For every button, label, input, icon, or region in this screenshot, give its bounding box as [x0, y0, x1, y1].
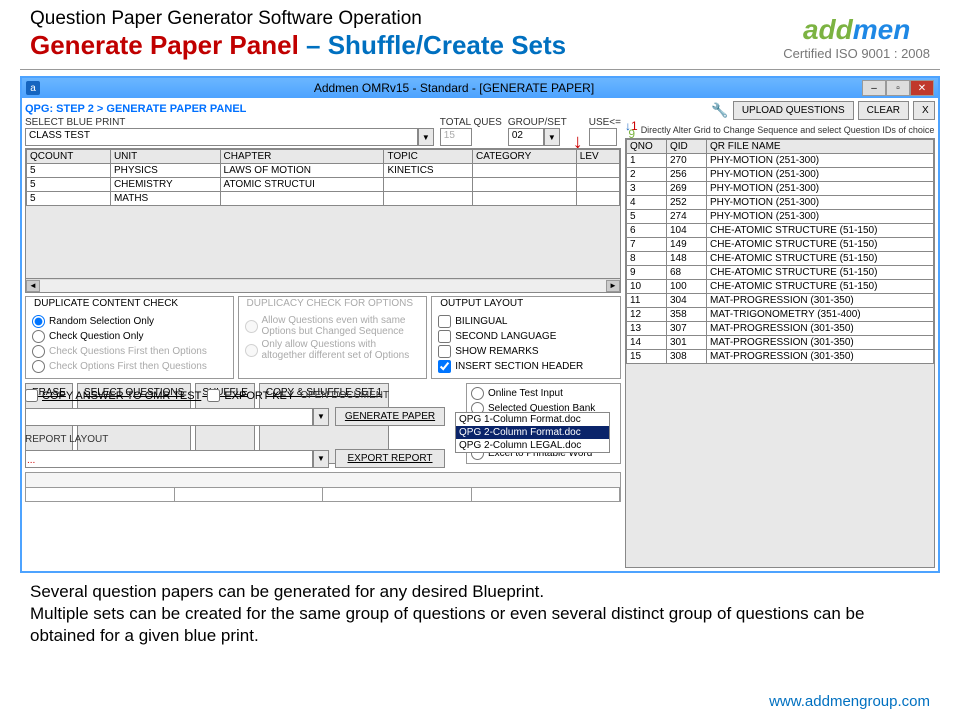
upload-questions-button[interactable]: UPLOAD QUESTIONS [733, 101, 854, 120]
maximize-button[interactable]: ▫ [886, 80, 910, 96]
close-panel-button[interactable]: X [913, 101, 935, 120]
dup-radio[interactable]: Check Questions First then Options [32, 344, 227, 359]
status-bar [25, 472, 621, 488]
blueprint-label: SELECT BLUE PRINT [25, 117, 434, 128]
omr-test-select[interactable] [25, 408, 313, 426]
breadcrumb: QPG: STEP 2 > GENERATE PAPER PANEL [25, 101, 621, 117]
dup2-radio: Allow Questions even with same Options b… [245, 314, 421, 338]
dup-check-title: DUPLICATE CONTENT CHECK [30, 297, 182, 310]
group-select[interactable]: 02 [508, 128, 544, 146]
blueprint-grid[interactable]: QCOUNTUNITCHAPTERTOPICCATEGORYLEV5PHYSIC… [25, 148, 621, 293]
export-report-button[interactable]: EXPORT REPORT [335, 449, 445, 468]
blueprint-select[interactable]: CLASS TEST [25, 128, 418, 146]
format-item[interactable]: QPG 2-Column Format.doc [456, 426, 609, 439]
window-title: Addmen OMRv15 - Standard - [GENERATE PAP… [46, 81, 862, 95]
output-radio[interactable]: Online Test Input [471, 386, 616, 401]
grid-hint: Directly Alter Grid to Change Sequence a… [641, 124, 935, 136]
export-key-check[interactable]: EXPORT KEY [207, 388, 294, 403]
app-icon: a [26, 81, 40, 95]
scrollbar[interactable]: ◄► [26, 278, 620, 292]
generate-paper-button[interactable]: GENERATE PAPER [335, 407, 445, 426]
output-layout-title: OUTPUT LAYOUT [436, 297, 527, 310]
group-label: GROUP/SET [508, 117, 567, 128]
total-ques-field[interactable]: 15 [440, 128, 472, 146]
titlebar: a Addmen OMRv15 - Standard - [GENERATE P… [22, 78, 938, 98]
output-check[interactable]: SECOND LANGUAGE [438, 329, 614, 344]
dropdown-arrow-icon[interactable]: ▼ [544, 128, 560, 146]
dup-radio[interactable]: Check Question Only [32, 329, 227, 344]
open-doc-label: OPEN DOCUMENT [300, 390, 389, 401]
use-label: USE<= [589, 117, 621, 128]
format-item[interactable]: QPG 1-Column Format.doc [456, 413, 609, 426]
output-check[interactable]: INSERT SECTION HEADER [438, 359, 614, 374]
footer-description: Several question papers can be generated… [0, 573, 960, 655]
report-layout-select[interactable] [25, 450, 313, 468]
copy-answer-check[interactable]: COPY ANSWER TO OMR TEST [25, 388, 201, 403]
use-field[interactable] [589, 128, 617, 146]
clear-button[interactable]: CLEAR [858, 101, 909, 120]
output-check[interactable]: SHOW REMARKS [438, 344, 614, 359]
close-button[interactable]: ✕ [910, 80, 934, 96]
format-item[interactable]: QPG 2-Column LEGAL.doc [456, 439, 609, 452]
logo: addmen Certified ISO 9001 : 2008 [783, 14, 930, 61]
questions-grid[interactable]: QNOQIDQR FILE NAME1270PHY-MOTION (251-30… [625, 138, 935, 568]
dup2-radio: Only allow Questions with altogether dif… [245, 338, 421, 362]
output-check[interactable]: BILINGUAL [438, 314, 614, 329]
dropdown-arrow-icon[interactable]: ▼ [418, 128, 434, 146]
status-cells [25, 488, 621, 502]
wrench-icon[interactable]: 🔧 [711, 102, 728, 119]
app-window: a Addmen OMRv15 - Standard - [GENERATE P… [20, 76, 940, 573]
minimize-button[interactable]: – [862, 80, 886, 96]
dup-radio[interactable]: Check Options First then Questions [32, 359, 227, 374]
sort-icon[interactable]: ↓1 9 [625, 122, 638, 138]
dup-options-title: DUPLICACY CHECK FOR OPTIONS [243, 297, 418, 310]
format-listbox[interactable]: QPG 1-Column Format.docQPG 2-Column Form… [455, 412, 610, 453]
website-url: www.addmengroup.com [769, 693, 930, 710]
dup-radio[interactable]: Random Selection Only [32, 314, 227, 329]
report-layout-label: REPORT LAYOUT [25, 434, 108, 445]
total-ques-label: TOTAL QUES [440, 117, 502, 128]
